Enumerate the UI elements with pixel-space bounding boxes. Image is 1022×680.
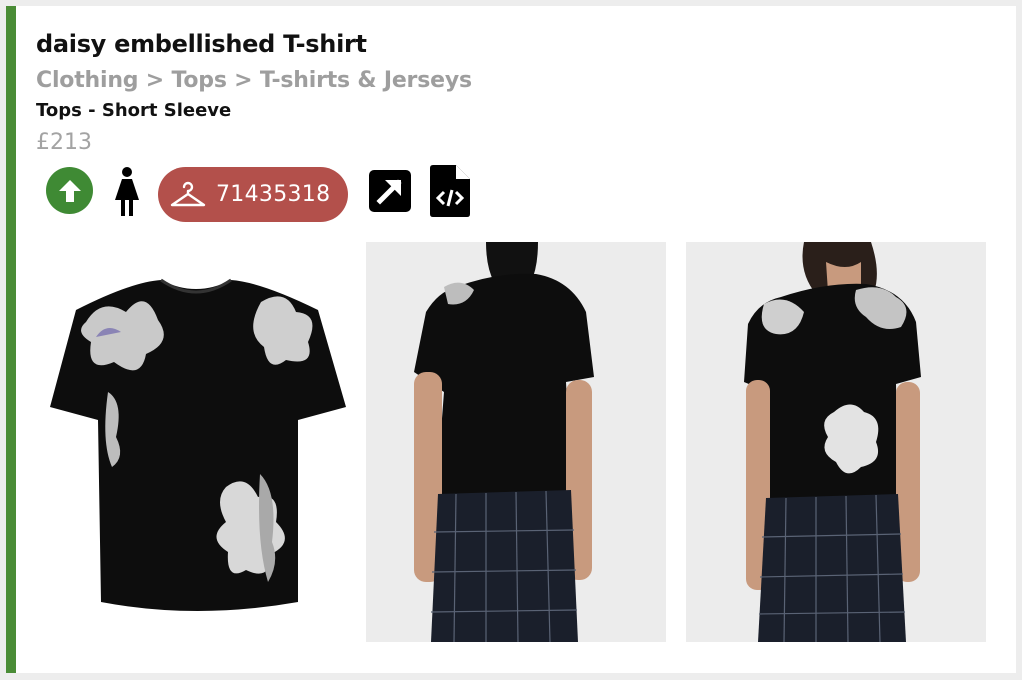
breadcrumb: Clothing > Tops > T-shirts & Jerseys: [36, 68, 472, 93]
external-link-icon[interactable]: [368, 169, 412, 213]
price: £213: [36, 130, 92, 155]
subcategory-label: Tops - Short Sleeve: [36, 100, 232, 121]
product-title: daisy embellished T-shirt: [36, 30, 367, 58]
female-icon: [115, 167, 139, 216]
sku-number: 71435318: [216, 182, 331, 207]
upload-button[interactable]: [46, 167, 93, 214]
sku-badge[interactable]: 71435318: [158, 167, 348, 222]
code-file-icon[interactable]: [430, 165, 470, 217]
product-image-flat[interactable]: [46, 242, 346, 642]
product-card: daisy embellished T-shirt Clothing > Top…: [6, 6, 1016, 673]
product-image-front[interactable]: [686, 242, 986, 642]
product-image-back[interactable]: [366, 242, 666, 642]
hanger-icon: [170, 181, 206, 206]
arrow-up-icon: [58, 179, 81, 202]
